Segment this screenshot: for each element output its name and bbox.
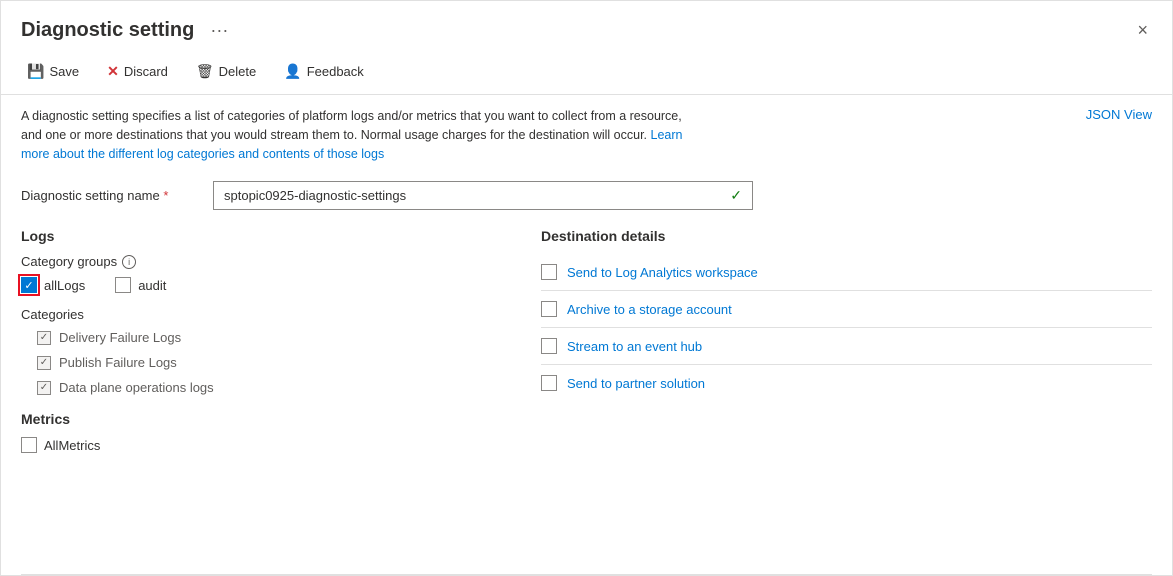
- feedback-button[interactable]: 👤 Feedback: [278, 59, 370, 84]
- discard-button[interactable]: ✕ Discard: [101, 59, 174, 84]
- metrics-section: Metrics AllMetrics: [21, 411, 501, 453]
- title-ellipsis[interactable]: ···: [210, 20, 228, 41]
- main-content: Logs Category groups i ✓ allLogs audit: [1, 224, 1172, 564]
- data-plane-checkmark: ✓: [40, 382, 48, 393]
- category-groups-row: ✓ allLogs audit: [21, 277, 501, 293]
- save-button[interactable]: 💾 Save: [21, 59, 85, 84]
- valid-checkmark-icon: ✓: [730, 187, 742, 204]
- dest-eventhub-label: Stream to an event hub: [567, 339, 702, 354]
- save-icon: 💾: [27, 63, 44, 80]
- title-bar: Diagnostic setting ··· ×: [1, 1, 1172, 53]
- publish-failure-logs-label: Publish Failure Logs: [59, 355, 177, 370]
- right-panel: Destination details Send to Log Analytic…: [541, 224, 1152, 564]
- dest-storage-checkbox[interactable]: [541, 301, 557, 317]
- allLogs-checkbox[interactable]: ✓: [21, 277, 37, 293]
- close-button[interactable]: ×: [1133, 17, 1152, 43]
- info-icon[interactable]: i: [122, 255, 136, 269]
- required-star: *: [163, 188, 168, 203]
- dest-partner-checkbox[interactable]: [541, 375, 557, 391]
- dest-log-analytics-checkbox[interactable]: [541, 264, 557, 280]
- allMetrics-label: AllMetrics: [44, 438, 100, 453]
- category-groups-label: Category groups i: [21, 254, 501, 269]
- info-bar: A diagnostic setting specifies a list of…: [1, 95, 1172, 173]
- setting-name-field[interactable]: [224, 188, 730, 203]
- delivery-failure-logs-checkbox[interactable]: ✓: [37, 331, 51, 345]
- delivery-failure-checkmark: ✓: [40, 332, 48, 343]
- diagnostic-setting-dialog: Diagnostic setting ··· × 💾 Save ✕ Discar…: [0, 0, 1173, 576]
- setting-name-input-wrapper: ✓: [213, 181, 753, 210]
- destination-section-title: Destination details: [541, 228, 1152, 244]
- feedback-icon: 👤: [284, 63, 301, 80]
- delete-button[interactable]: 🗑 Delete: [190, 59, 262, 84]
- discard-icon: ✕: [107, 63, 119, 80]
- dialog-title: Diagnostic setting: [21, 19, 194, 42]
- allMetrics-checkbox-item[interactable]: AllMetrics: [21, 437, 501, 453]
- dest-partner-solution[interactable]: Send to partner solution: [541, 365, 1152, 401]
- logs-section-title: Logs: [21, 228, 501, 244]
- data-plane-operations-item: ✓ Data plane operations logs: [21, 380, 501, 395]
- publish-failure-logs-checkbox[interactable]: ✓: [37, 356, 51, 370]
- allLogs-checkmark: ✓: [24, 279, 33, 292]
- setting-name-row: Diagnostic setting name * ✓: [1, 173, 1172, 224]
- log-categories-link[interactable]: more about the different log categories …: [21, 147, 384, 161]
- allMetrics-checkbox[interactable]: [21, 437, 37, 453]
- delete-icon: 🗑: [196, 63, 214, 80]
- left-panel: Logs Category groups i ✓ allLogs audit: [21, 224, 501, 564]
- allLogs-label: allLogs: [44, 278, 85, 293]
- data-plane-operations-label: Data plane operations logs: [59, 380, 214, 395]
- delivery-failure-logs-label: Delivery Failure Logs: [59, 330, 181, 345]
- json-view-link[interactable]: JSON View: [1086, 107, 1152, 122]
- dest-partner-label: Send to partner solution: [567, 376, 705, 391]
- publish-failure-logs-item: ✓ Publish Failure Logs: [21, 355, 501, 370]
- toolbar: 💾 Save ✕ Discard 🗑 Delete 👤 Feedback: [1, 53, 1172, 95]
- setting-name-label: Diagnostic setting name *: [21, 188, 201, 203]
- bottom-separator: [21, 574, 1152, 575]
- categories-label: Categories: [21, 307, 501, 322]
- dest-eventhub-checkbox[interactable]: [541, 338, 557, 354]
- dest-storage-label: Archive to a storage account: [567, 302, 732, 317]
- publish-failure-checkmark: ✓: [40, 357, 48, 368]
- learn-more-link[interactable]: Learn: [651, 128, 683, 142]
- data-plane-operations-checkbox[interactable]: ✓: [37, 381, 51, 395]
- audit-checkbox-item[interactable]: audit: [115, 277, 166, 293]
- metrics-section-title: Metrics: [21, 411, 501, 427]
- dest-storage-account[interactable]: Archive to a storage account: [541, 291, 1152, 328]
- dest-log-analytics-label: Send to Log Analytics workspace: [567, 265, 758, 280]
- audit-checkbox[interactable]: [115, 277, 131, 293]
- info-description: A diagnostic setting specifies a list of…: [21, 107, 683, 163]
- dest-log-analytics[interactable]: Send to Log Analytics workspace: [541, 254, 1152, 291]
- audit-label: audit: [138, 278, 166, 293]
- dest-event-hub[interactable]: Stream to an event hub: [541, 328, 1152, 365]
- allLogs-checkbox-item[interactable]: ✓ allLogs: [21, 277, 85, 293]
- delivery-failure-logs-item: ✓ Delivery Failure Logs: [21, 330, 501, 345]
